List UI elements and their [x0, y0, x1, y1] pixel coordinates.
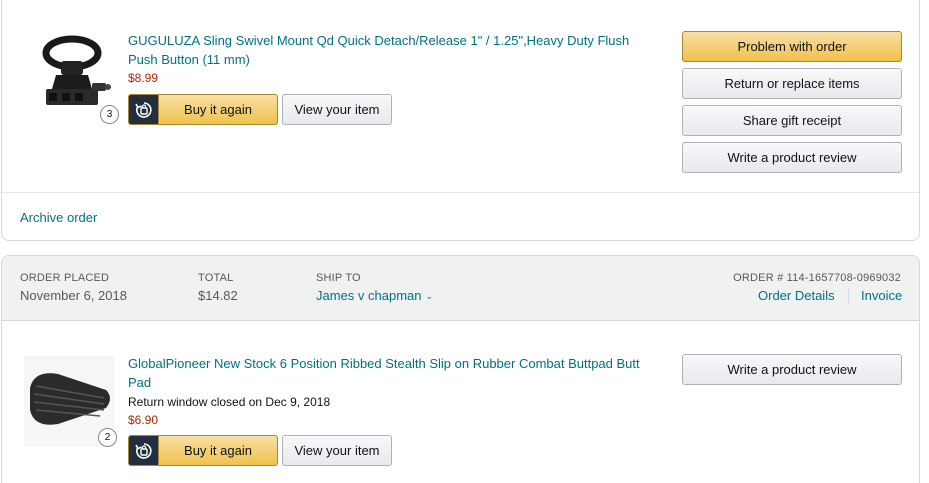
- view-your-item-button[interactable]: View your item: [282, 435, 392, 466]
- link-separator: [848, 289, 849, 303]
- order-details-link[interactable]: Order Details: [758, 288, 835, 303]
- total-value: $14.82: [198, 288, 238, 303]
- return-window-note: Return window closed on Dec 9, 2018: [128, 395, 331, 409]
- ship-to-label: SHIP TO: [316, 272, 361, 284]
- archive-order-link[interactable]: Archive order: [20, 210, 97, 225]
- buy-again-icon: [129, 436, 159, 465]
- product-title-link[interactable]: GlobalPioneer New Stock 6 Position Ribbe…: [128, 354, 658, 392]
- order-card: ORDER PLACED November 6, 2018 TOTAL $14.…: [1, 255, 920, 483]
- product-title-link[interactable]: GUGULUZA Sling Swivel Mount Qd Quick Det…: [128, 31, 648, 69]
- product-image[interactable]: 3: [32, 35, 119, 124]
- problem-with-order-button[interactable]: Problem with order: [682, 31, 902, 62]
- write-review-button[interactable]: Write a product review: [682, 354, 902, 385]
- order-placed-date: November 6, 2018: [20, 288, 127, 303]
- ship-to-name[interactable]: James v chapman: [316, 288, 422, 303]
- product-image[interactable]: 2: [24, 356, 117, 447]
- chevron-down-icon[interactable]: ⌄: [426, 291, 434, 301]
- product-price: $6.90: [128, 413, 159, 427]
- buy-it-again-button[interactable]: Buy it again: [128, 94, 278, 125]
- buy-it-again-button[interactable]: Buy it again: [128, 435, 278, 466]
- buy-it-again-label: Buy it again: [184, 443, 252, 458]
- share-gift-receipt-button[interactable]: Share gift receipt: [682, 105, 902, 136]
- quantity-badge: 2: [98, 428, 117, 447]
- buy-it-again-label: Buy it again: [184, 102, 252, 117]
- product-price: $8.99: [128, 71, 159, 85]
- quantity-badge: 3: [100, 105, 119, 124]
- card-divider: [2, 192, 919, 193]
- order-number: ORDER # 114-1657708-0969032: [733, 272, 901, 284]
- ship-to-dropdown[interactable]: James v chapman ⌄: [316, 288, 433, 303]
- total-label: TOTAL: [198, 272, 234, 284]
- order-header: ORDER PLACED November 6, 2018 TOTAL $14.…: [2, 256, 919, 321]
- buy-again-icon: [129, 95, 159, 124]
- order-card: 3 GUGULUZA Sling Swivel Mount Qd Quick D…: [1, 0, 920, 241]
- sling-swivel-mount-icon: [42, 35, 111, 105]
- order-placed-label: ORDER PLACED: [20, 272, 110, 284]
- write-review-button[interactable]: Write a product review: [682, 142, 902, 173]
- view-your-item-button[interactable]: View your item: [282, 94, 392, 125]
- return-or-replace-button[interactable]: Return or replace items: [682, 68, 902, 99]
- invoice-link[interactable]: Invoice: [861, 288, 902, 303]
